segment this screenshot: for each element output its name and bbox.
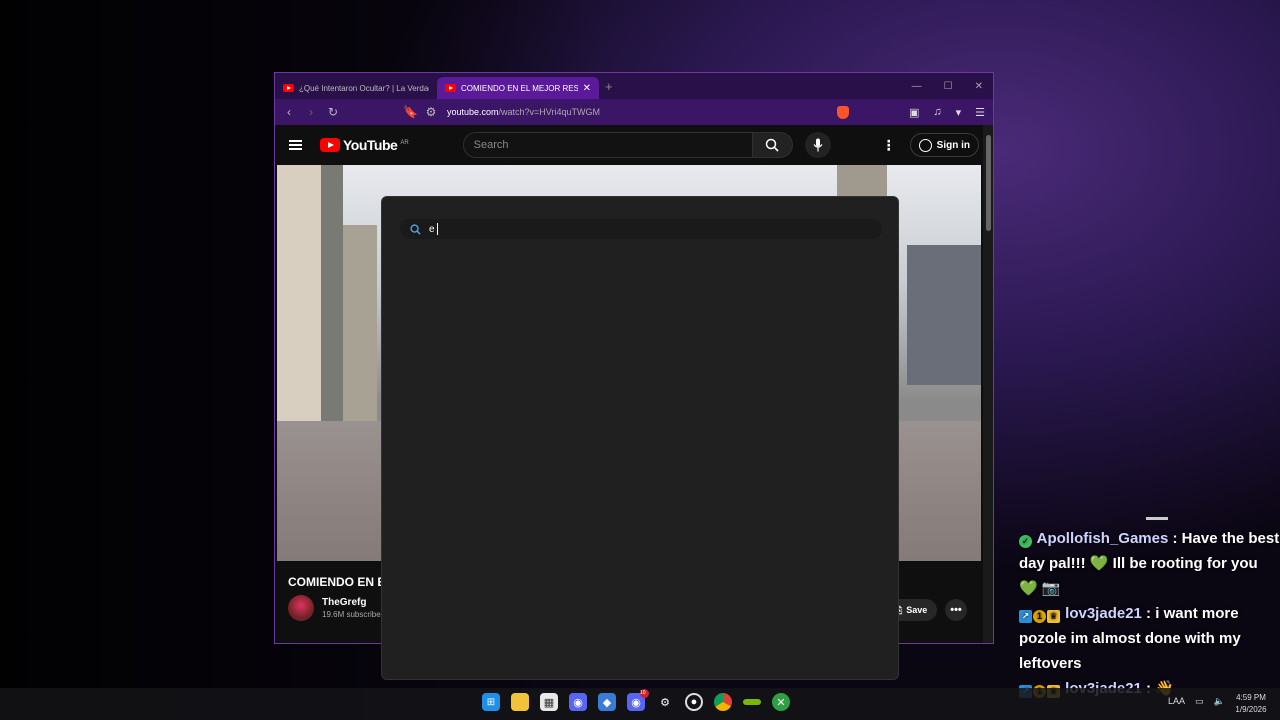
url-path: /watch?v=HVri4quTWGM [498,107,600,117]
menu-icon[interactable]: ☰ [975,106,985,119]
save-label: Save [906,605,928,615]
video-frame-pole [321,165,343,445]
microphone-icon [813,138,823,152]
tab-title: COMIENDO EN EL MEJOR RESTA [461,83,578,93]
tab-1[interactable]: ¿Qué Intentaron Ocultar? | La Verdad [275,77,437,99]
obs-icon[interactable]: ● [685,693,703,711]
search-icon [410,223,421,235]
taskbar: ⊞ ▦ ◉ ◆ ◉ 10 ⚙ ● ✕ LAA ▭ 🔈 4:59 PM 1/9/20… [0,688,1280,720]
youtube-search-input[interactable]: Search [462,132,753,158]
sign-in-button[interactable]: Sign in [909,133,979,157]
text-caret [436,223,438,235]
tab-2-active[interactable]: COMIENDO EN EL MEJOR RESTA ✕ [437,77,599,99]
chat-drag-handle[interactable] [1146,517,1168,520]
user-icon [918,138,932,152]
discord-icon[interactable]: ◉ [569,693,587,711]
close-tab-icon[interactable]: ✕ [583,83,591,94]
youtube-header: YouTube AR Search ⋮ Sign in [275,125,993,165]
youtube-favicon-icon [283,84,294,92]
new-tab-button[interactable]: + [605,79,613,94]
url-domain: youtube.com [447,107,499,117]
more-actions-button[interactable]: ••• [945,599,967,621]
youtube-logo[interactable]: YouTube AR [320,137,409,153]
xbox-icon[interactable]: ✕ [772,693,790,711]
chat-username: lov3jade21 [1065,605,1142,622]
maximize-icon[interactable]: ☐ [944,81,953,92]
tab-title: ¿Qué Intentaron Ocultar? | La Verdad [299,83,429,93]
search-placeholder: Search [473,139,509,151]
voice-search-button[interactable] [804,132,831,158]
page-scrollbar[interactable] [983,125,993,643]
blue-app-icon[interactable]: ◆ [598,693,616,711]
close-window-icon[interactable]: ✕ [975,81,983,92]
video-title: COMIENDO EN E [288,575,386,589]
site-info-icon[interactable]: ⚙ [425,105,437,119]
verified-badge-icon: ✓ [1019,535,1032,548]
search-icon [765,138,779,152]
vpn-icon[interactable]: ▾ [956,106,962,119]
channel-avatar[interactable] [288,595,314,621]
browser-titlebar: ¿Qué Intentaron Ocultar? | La Verdad COM… [275,73,993,99]
search-button[interactable] [752,132,793,158]
file-explorer-icon[interactable] [511,693,529,711]
minimize-icon[interactable]: — [912,81,922,92]
language-indicator[interactable]: LAA [1168,696,1185,707]
channel-name[interactable]: TheGrefg [322,597,381,608]
crown-badge-icon: ♛ [1047,610,1060,623]
logo-text: YouTube [343,137,398,153]
chrome-icon[interactable] [714,693,732,711]
sign-in-label: Sign in [936,139,970,151]
guide-menu-icon[interactable] [289,140,302,150]
chat-message: ↗ 1 ♛ lov3jade21 : i want more pozole im a… [1019,605,1241,672]
channel-info[interactable]: TheGrefg 19.6M subscribe [288,595,381,621]
subscriber-badge-icon: 1 [1033,610,1046,623]
discord-ptb-icon[interactable]: ◉ 10 [627,689,649,711]
scrollbar-thumb[interactable] [986,135,991,231]
bookmark-icon[interactable]: 🔖 [403,105,418,119]
back-icon[interactable]: ‹ [283,105,295,119]
reload-icon[interactable]: ↻ [327,105,339,119]
windows-start-icon[interactable]: ⊞ [482,693,500,711]
prime-badge-icon: ↗ [1019,610,1032,623]
chat-username: Apollofish_Games [1036,530,1169,547]
subscriber-count: 19.6M subscribe [322,610,381,619]
system-tray[interactable]: LAA ▭ 🔈 [1168,696,1225,707]
search-query: e [429,223,435,235]
country-code: AR [400,140,409,146]
chat-message: ✓ Apollofish_Games : Have the best day p… [1019,530,1280,597]
brave-shields-icon[interactable] [836,105,849,119]
youtube-favicon-icon [445,84,456,92]
settings-kebab-icon[interactable]: ⋮ [882,137,896,154]
media-icon[interactable]: ♫ [933,106,941,118]
clock-time: 4:59 PM [1236,693,1266,702]
network-icon[interactable]: ▭ [1195,696,1204,707]
reader-mode-icon[interactable]: ▣ [909,106,919,119]
video-frame-building [907,245,981,385]
notification-badge: 10 [640,689,649,698]
start-search-input[interactable]: e [400,219,882,239]
clock-date: 1/9/2026 [1235,705,1267,714]
address-bar: ‹ › ↻ 🔖 ⚙ youtube.com/watch?v=HVri4quTWG… [275,99,993,125]
microsoft-store-icon[interactable]: ▦ [540,693,558,711]
video-frame-building [337,225,377,425]
forward-icon[interactable]: › [305,105,317,119]
youtube-play-icon [320,138,340,152]
stream-chat: ✓ Apollofish_Games : Have the best day p… [1014,526,1280,701]
start-search-panel: e [381,196,899,680]
clock[interactable]: 4:59 PM 1/9/2026 [1226,692,1276,716]
steam-icon[interactable]: ⚙ [656,693,674,711]
nvidia-icon[interactable] [743,699,761,705]
volume-icon[interactable]: 🔈 [1214,696,1225,707]
url-field[interactable]: youtube.com/watch?v=HVri4quTWGM [447,107,600,117]
